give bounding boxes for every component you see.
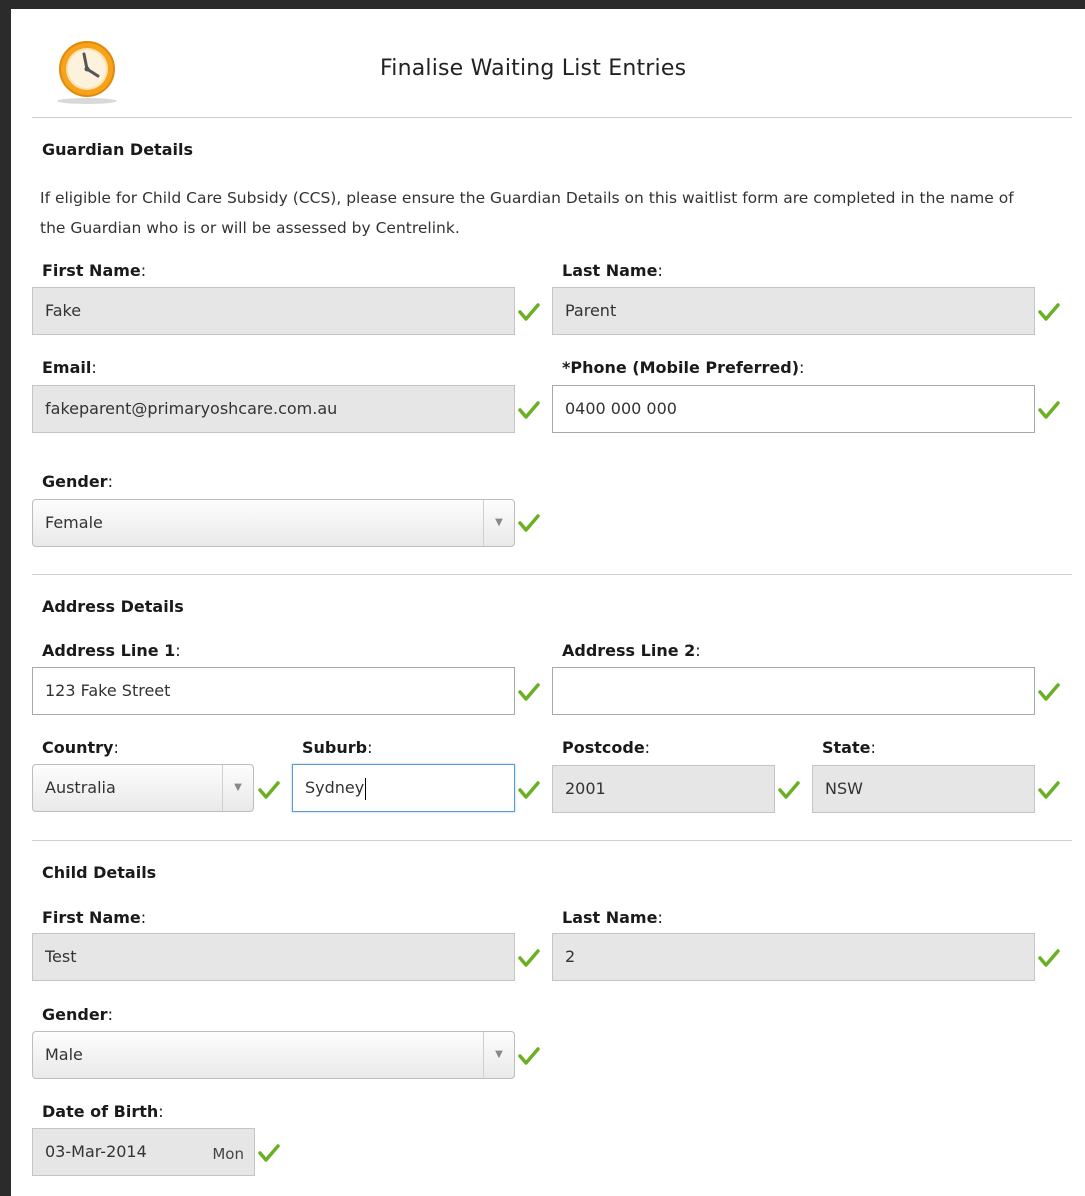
divider [32, 574, 1072, 575]
guardian-gender-value: Female [45, 513, 103, 532]
postcode-field[interactable]: 2001 [552, 765, 775, 813]
checkmark-icon [1038, 303, 1060, 321]
checkmark-icon [518, 303, 540, 321]
checkmark-icon [1038, 781, 1060, 799]
checkmark-icon [518, 949, 540, 967]
checkmark-icon [518, 514, 540, 532]
checkmark-icon [1038, 949, 1060, 967]
child-last-name-field[interactable]: 2 [552, 933, 1035, 981]
email-field[interactable]: fakeparent@primaryoshcare.com.au [32, 385, 515, 433]
checkmark-icon [518, 683, 540, 701]
address-line1-field[interactable]: 123 Fake Street [32, 667, 515, 715]
window-frame-left [0, 0, 11, 1196]
clock-icon [57, 41, 117, 104]
page-title: Finalise Waiting List Entries [380, 56, 687, 81]
ccs-note: If eligible for Child Care Subsidy (CCS)… [40, 189, 1014, 237]
postcode-label: Postcode: [562, 738, 651, 757]
address-line2-field[interactable] [552, 667, 1035, 715]
checkmark-icon [518, 781, 540, 799]
suburb-value: Sydney [305, 778, 365, 797]
dob-field[interactable]: 03-Mar-2014 Mon [32, 1128, 255, 1176]
guardian-first-name-field[interactable]: Fake [32, 287, 515, 335]
state-label: State: [822, 738, 876, 757]
divider [32, 117, 1072, 118]
dropdown-arrow-icon[interactable]: ▼ [222, 765, 253, 811]
country-value: Australia [45, 778, 116, 797]
guardian-gender-select[interactable]: Female ▼ [32, 499, 515, 547]
text-cursor [365, 777, 367, 800]
child-last-name-label: Last Name: [562, 908, 663, 927]
suburb-label: Suburb: [302, 738, 373, 757]
guardian-first-name-label: First Name: [42, 261, 147, 280]
checkmark-icon [778, 781, 800, 799]
checkmark-icon [258, 781, 280, 799]
child-first-name-label: First Name: [42, 908, 147, 927]
email-label: Email: [42, 358, 97, 377]
state-field[interactable]: NSW [812, 765, 1035, 813]
dob-label: Date of Birth: [42, 1102, 164, 1121]
checkmark-icon [1038, 401, 1060, 419]
dob-weekday: Mon [212, 1145, 244, 1163]
phone-field[interactable]: 0400 000 000 [552, 385, 1035, 433]
guardian-gender-label: Gender: [42, 472, 113, 491]
checkmark-icon [1038, 683, 1060, 701]
child-section-title: Child Details [42, 863, 157, 882]
address-line2-label: Address Line 2: [562, 641, 701, 660]
address-line1-label: Address Line 1: [42, 641, 181, 660]
country-label: Country: [42, 738, 119, 757]
divider [32, 840, 1072, 841]
dropdown-arrow-icon[interactable]: ▼ [483, 500, 514, 546]
checkmark-icon [518, 1047, 540, 1065]
address-section-title: Address Details [42, 597, 184, 616]
window-frame-top [0, 0, 1085, 9]
guardian-last-name-field[interactable]: Parent [552, 287, 1035, 335]
dob-value: 03-Mar-2014 [45, 1142, 147, 1161]
dropdown-arrow-icon[interactable]: ▼ [483, 1032, 514, 1078]
child-gender-value: Male [45, 1045, 83, 1064]
phone-label: *Phone (Mobile Preferred): [562, 358, 805, 377]
country-select[interactable]: Australia ▼ [32, 764, 254, 812]
child-first-name-field[interactable]: Test [32, 933, 515, 981]
guardian-last-name-label: Last Name: [562, 261, 663, 280]
suburb-field[interactable]: Sydney [292, 764, 515, 812]
guardian-section-title: Guardian Details [42, 140, 193, 159]
checkmark-icon [258, 1144, 280, 1162]
checkmark-icon [518, 401, 540, 419]
child-gender-select[interactable]: Male ▼ [32, 1031, 515, 1079]
child-gender-label: Gender: [42, 1005, 113, 1024]
